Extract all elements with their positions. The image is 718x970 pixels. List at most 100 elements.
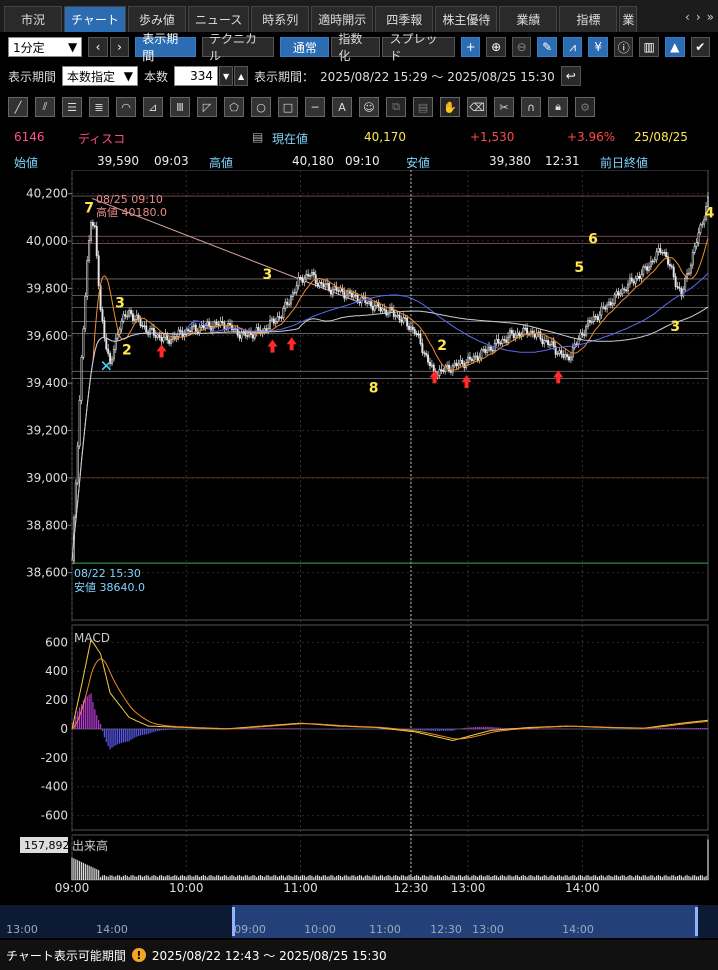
macd-tick-label: -200 xyxy=(41,751,68,765)
tab-10[interactable]: 業 xyxy=(619,6,638,32)
arc-tool-icon[interactable]: ◠ xyxy=(116,97,136,117)
prev-button[interactable]: ‹ xyxy=(88,37,108,57)
volume-bar xyxy=(345,875,347,880)
count-up-icon[interactable]: ▲ xyxy=(234,66,249,86)
yen-icon[interactable]: ¥ xyxy=(588,37,608,57)
macd-histogram-bar xyxy=(134,728,136,738)
count-input[interactable]: 334 xyxy=(174,66,219,86)
candle-body xyxy=(84,295,87,330)
volume-bar xyxy=(174,875,176,880)
macd-histogram-bar xyxy=(332,728,334,730)
line-draw-icon[interactable]: ⩘ xyxy=(562,37,583,57)
normal-button[interactable]: 通常 xyxy=(280,37,330,57)
tab-5[interactable]: 適時開示 xyxy=(311,6,374,32)
tab-8[interactable]: 業績 xyxy=(499,6,558,32)
candle-body xyxy=(638,275,641,279)
gann-tool-icon[interactable]: ◸ xyxy=(197,97,217,117)
volume-bar xyxy=(654,877,656,880)
price-tick-label: 39,000 xyxy=(26,471,68,485)
horizontal-lines-tool-icon[interactable]: ☰ xyxy=(62,97,82,117)
zoom-out-icon[interactable]: ⊖ xyxy=(511,37,532,57)
trendline-tool-icon[interactable]: ╱ xyxy=(8,97,28,117)
tab-3[interactable]: ニュース xyxy=(187,6,250,32)
settings-gear-icon[interactable]: ⚙ xyxy=(575,97,595,117)
eraser-tool-icon[interactable]: ⌫ xyxy=(467,97,487,117)
candle-body xyxy=(632,280,635,284)
candle-body xyxy=(651,260,654,263)
crosshair-icon[interactable]: + xyxy=(460,37,481,57)
tab-2[interactable]: 歩み値 xyxy=(127,6,186,32)
candle-body xyxy=(482,348,485,351)
magnet-tool-icon[interactable]: ∩ xyxy=(521,97,541,117)
index-button[interactable]: 指数化 xyxy=(331,32,381,63)
candle-body xyxy=(541,338,544,345)
line-tool-icon[interactable]: ─ xyxy=(305,97,325,117)
candle-body xyxy=(522,327,525,336)
macd-tick-label: 0 xyxy=(60,722,68,736)
parallel-line-tool-icon[interactable]: ⫽ xyxy=(35,97,55,117)
macd-histogram-bar xyxy=(248,728,250,729)
text-tool-icon[interactable]: A xyxy=(332,97,352,117)
candle-body xyxy=(457,363,460,367)
price-tick-label: 39,200 xyxy=(26,424,68,438)
volume-bar xyxy=(258,875,260,880)
tab-0[interactable]: 市況 xyxy=(4,6,62,32)
erase-all-tool-icon[interactable]: ✂ xyxy=(494,97,514,117)
macd-histogram-bar xyxy=(701,727,703,729)
macd-histogram-bar xyxy=(431,728,433,731)
volume-bar xyxy=(132,875,134,880)
info-icon[interactable]: ⓘ xyxy=(613,37,634,57)
tab-7[interactable]: 株主優待 xyxy=(435,6,498,32)
tab-1[interactable]: チャート xyxy=(64,6,126,32)
chart-area[interactable]: 38,600 38,800 39,000 39,200 39,400 39,600 39,8… xyxy=(0,170,718,940)
volume-bar xyxy=(536,875,538,880)
zoom-in-icon[interactable]: ⊕ xyxy=(486,37,506,57)
stamp-icon-tool-icon[interactable]: ☺ xyxy=(359,97,379,117)
candle-body xyxy=(282,308,285,318)
circle-tool-icon[interactable]: ○ xyxy=(251,97,271,117)
candle-body xyxy=(438,369,441,376)
macd-histogram-bar xyxy=(665,727,667,729)
draw-pen-icon[interactable]: ✎ xyxy=(537,37,557,57)
volume-bar xyxy=(564,875,566,880)
tab-more-icon[interactable]: » xyxy=(707,10,714,24)
settings-wrench-icon[interactable]: ✔ xyxy=(690,37,711,57)
reset-range-icon[interactable]: ↩ xyxy=(560,66,581,86)
spread-button[interactable]: スプレッド xyxy=(382,32,455,63)
volume-bar xyxy=(619,876,622,880)
time-tick-label: 11:00 xyxy=(283,881,318,895)
tab-6[interactable]: 四季報 xyxy=(375,6,434,32)
volume-bar xyxy=(377,876,380,880)
period-mode-value: 本数指定 xyxy=(67,69,116,84)
tab-4[interactable]: 時系列 xyxy=(251,6,310,32)
volume-bar xyxy=(296,875,298,880)
volume-bar xyxy=(598,875,601,880)
lock-tool-icon[interactable]: 🔒︎ xyxy=(548,97,568,117)
fan-tool-icon[interactable]: ⊿ xyxy=(143,97,163,117)
interval-select[interactable]: 1分定 ▼ xyxy=(8,37,83,57)
macd-histogram-bar xyxy=(663,727,665,729)
display-period-button[interactable]: 表示期間 xyxy=(135,32,196,63)
macd-histogram-bar xyxy=(99,723,102,729)
navigator-tick-label: 14:00 xyxy=(96,923,128,936)
area-chart-icon[interactable]: ▲ xyxy=(664,37,685,57)
tab-9[interactable]: 指標 xyxy=(559,6,618,32)
copy-tool-icon[interactable]: ⧉ xyxy=(386,97,406,117)
tab-prev-icon[interactable]: ‹ xyxy=(685,10,690,24)
hand-tool-icon[interactable]: ✋ xyxy=(440,97,460,117)
count-down-icon[interactable]: ▼ xyxy=(219,66,234,86)
next-button[interactable]: › xyxy=(109,37,130,57)
period-mode-select[interactable]: 本数指定 ▼ xyxy=(62,66,139,86)
volume-bar xyxy=(157,876,159,880)
fibonacci-tool-icon[interactable]: ≣ xyxy=(89,97,109,117)
my-chart-icon[interactable]: ▥ xyxy=(639,37,659,57)
candle-body xyxy=(596,316,599,321)
pentagon-tool-icon[interactable]: ⬠ xyxy=(224,97,244,117)
tab-next-icon[interactable]: › xyxy=(696,10,701,24)
vertical-lines-tool-icon[interactable]: Ⅲ xyxy=(170,97,190,117)
rectangle-tool-icon[interactable]: □ xyxy=(278,97,298,117)
volume-bar xyxy=(267,875,269,880)
technical-button[interactable]: テクニカル xyxy=(201,32,275,63)
candle-body xyxy=(276,316,279,322)
paste-tool-icon[interactable]: ▤ xyxy=(413,97,433,117)
